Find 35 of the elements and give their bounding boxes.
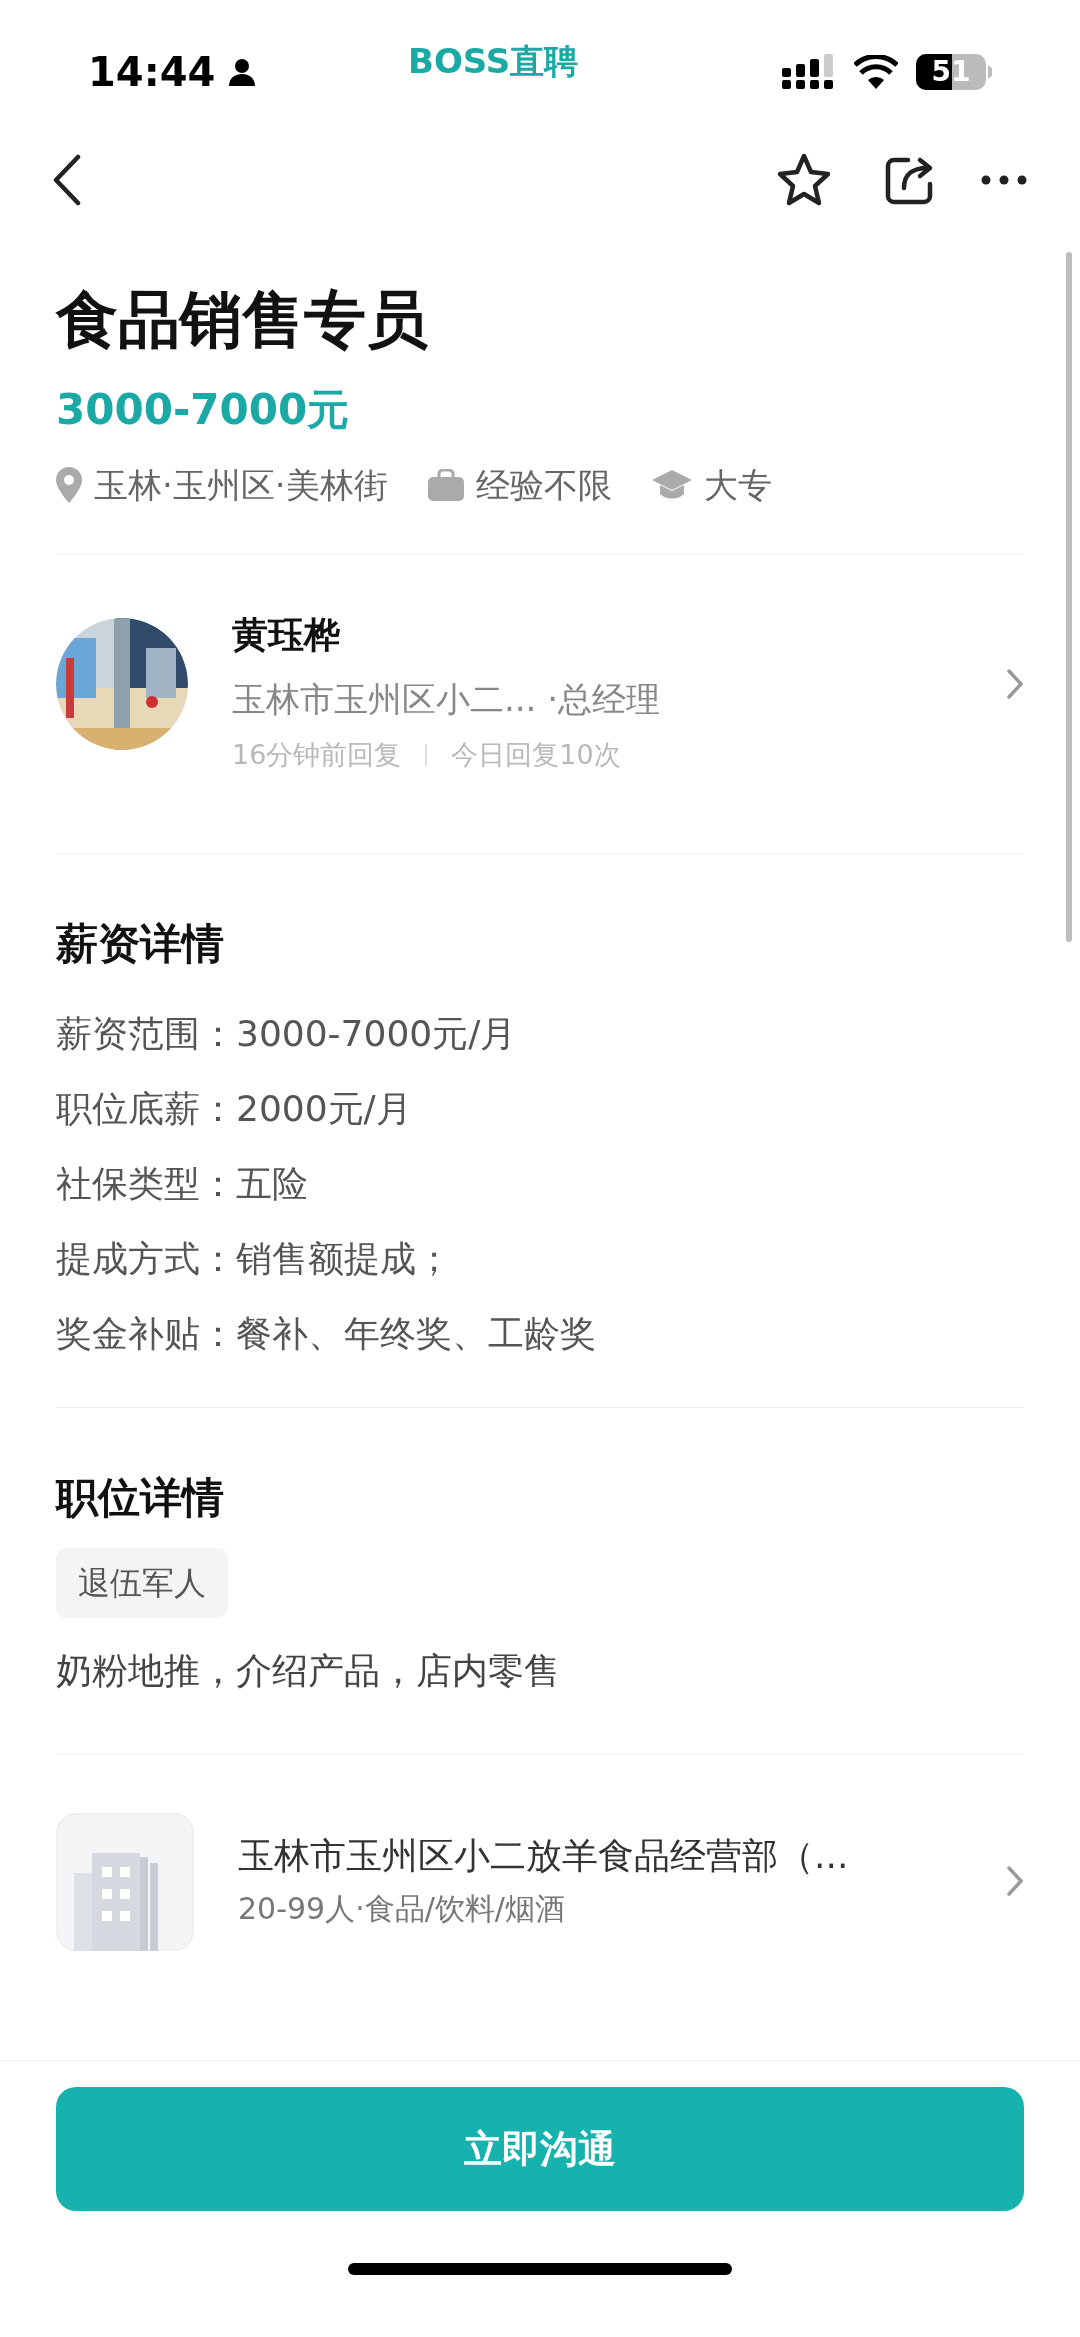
graduation-cap-icon (651, 470, 692, 500)
company-info: 20-99人·食品/饮料/烟酒 (238, 1890, 566, 1928)
chevron-icon (1006, 668, 1024, 700)
job-tag: 大专 (703, 459, 772, 511)
section-heading: 职位详情 (56, 1472, 225, 1524)
job-tag: 经验不限 (475, 459, 612, 511)
signal-icon (782, 54, 836, 90)
app-name: BOSS直聘 (408, 39, 579, 83)
wifi-icon (854, 55, 898, 89)
location-pin-icon (56, 467, 82, 503)
briefcase-icon (427, 469, 464, 501)
job-title: 食品销售专员 (56, 282, 429, 358)
salary-detail-line: 社保类型：五险 (56, 1162, 309, 1206)
salary-detail-line: 提成方式：销售额提成； (56, 1237, 453, 1281)
salary-detail-line: 奖金补贴：餐补、年终奖、工龄奖 (56, 1312, 597, 1356)
building-icon (56, 1813, 194, 1951)
recruiter-company: 玉林市玉州区小二... ·总经理 (232, 677, 662, 721)
separator (425, 744, 428, 766)
reply-time: 16分钟前回复 (232, 737, 402, 772)
job-salary: 3000-7000元 (56, 384, 351, 436)
person-icon (227, 57, 258, 87)
section-heading: 薪资详情 (56, 918, 225, 970)
reply-count: 今日回复10次 (451, 737, 621, 772)
company-row[interactable]: 玉林市玉州区小二放羊食品经营部（... 20-99人·食品/饮料/烟酒 (56, 1813, 1024, 1951)
job-tag: 退伍军人 (56, 1548, 228, 1618)
status-time: 14:44 (88, 48, 216, 97)
salary-detail-line: 职位底薪：2000元/月 (56, 1087, 413, 1131)
recruiter-name: 黄珏桦 (232, 612, 341, 657)
job-tag: 玉林·玉州区·美林街 (94, 459, 388, 511)
chevron-icon (1006, 1865, 1024, 1897)
job-description: 奶粉地推，介绍产品，店内零售 (56, 1649, 561, 1693)
recruiter-row[interactable]: 黄珏桦 玉林市玉州区小二... ·总经理 16分钟前回复 今日回复10次 (56, 555, 1024, 853)
salary-detail-line: 薪资范围：3000-7000元/月 (56, 1012, 518, 1056)
star-icon[interactable] (776, 152, 832, 208)
company-name: 玉林市玉州区小二放羊食品经营部（... (238, 1834, 850, 1878)
